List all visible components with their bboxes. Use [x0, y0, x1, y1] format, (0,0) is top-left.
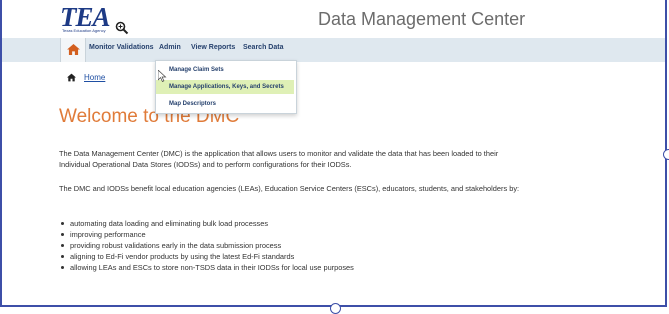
menu-item-manage-applications-keys-secrets[interactable]: Manage Applications, Keys, and Secrets	[156, 80, 294, 94]
menu-item-manage-claim-sets[interactable]: Manage Claim Sets	[156, 63, 294, 77]
zoom-in-icon[interactable]	[115, 21, 129, 35]
main-nav: Monitor Validations Admin View Reports S…	[2, 38, 665, 62]
nav-search-data[interactable]: Search Data	[243, 44, 283, 51]
menu-item-map-descriptors[interactable]: Map Descriptors	[156, 97, 294, 111]
list-item: automating data loading and eliminating …	[59, 218, 354, 229]
mouse-pointer-icon	[158, 70, 167, 82]
intro-paragraph: The Data Management Center (DMC) is the …	[59, 149, 499, 169]
nav-view-reports[interactable]: View Reports	[191, 44, 235, 51]
logo-subtitle: Texas Education Agency	[62, 28, 106, 33]
list-item: providing robust validations early in th…	[59, 240, 354, 251]
nav-admin[interactable]: Admin	[159, 44, 181, 51]
nav-home-button[interactable]	[60, 38, 86, 62]
breadcrumb-home-link[interactable]: Home	[84, 73, 105, 82]
breadcrumb-home-icon	[67, 73, 76, 82]
list-item: allowing LEAs and ESCs to store non-TSDS…	[59, 262, 354, 273]
admin-dropdown-menu: Manage Claim Sets Manage Applications, K…	[155, 60, 297, 114]
app-title: Data Management Center	[318, 9, 526, 29]
nav-monitor-validations[interactable]: Monitor Validations	[89, 44, 154, 51]
benefit-paragraph: The DMC and IODSs benefit local educatio…	[59, 184, 520, 193]
resize-handle-right[interactable]	[663, 149, 669, 160]
list-item: aligning to Ed-Fi vendor products by usi…	[59, 251, 354, 262]
benefit-list: automating data loading and eliminating …	[59, 218, 354, 273]
list-item: improving performance	[59, 229, 354, 240]
home-icon	[67, 44, 80, 55]
site-header: TEA Texas Education Agency Data Manageme…	[2, 0, 665, 38]
